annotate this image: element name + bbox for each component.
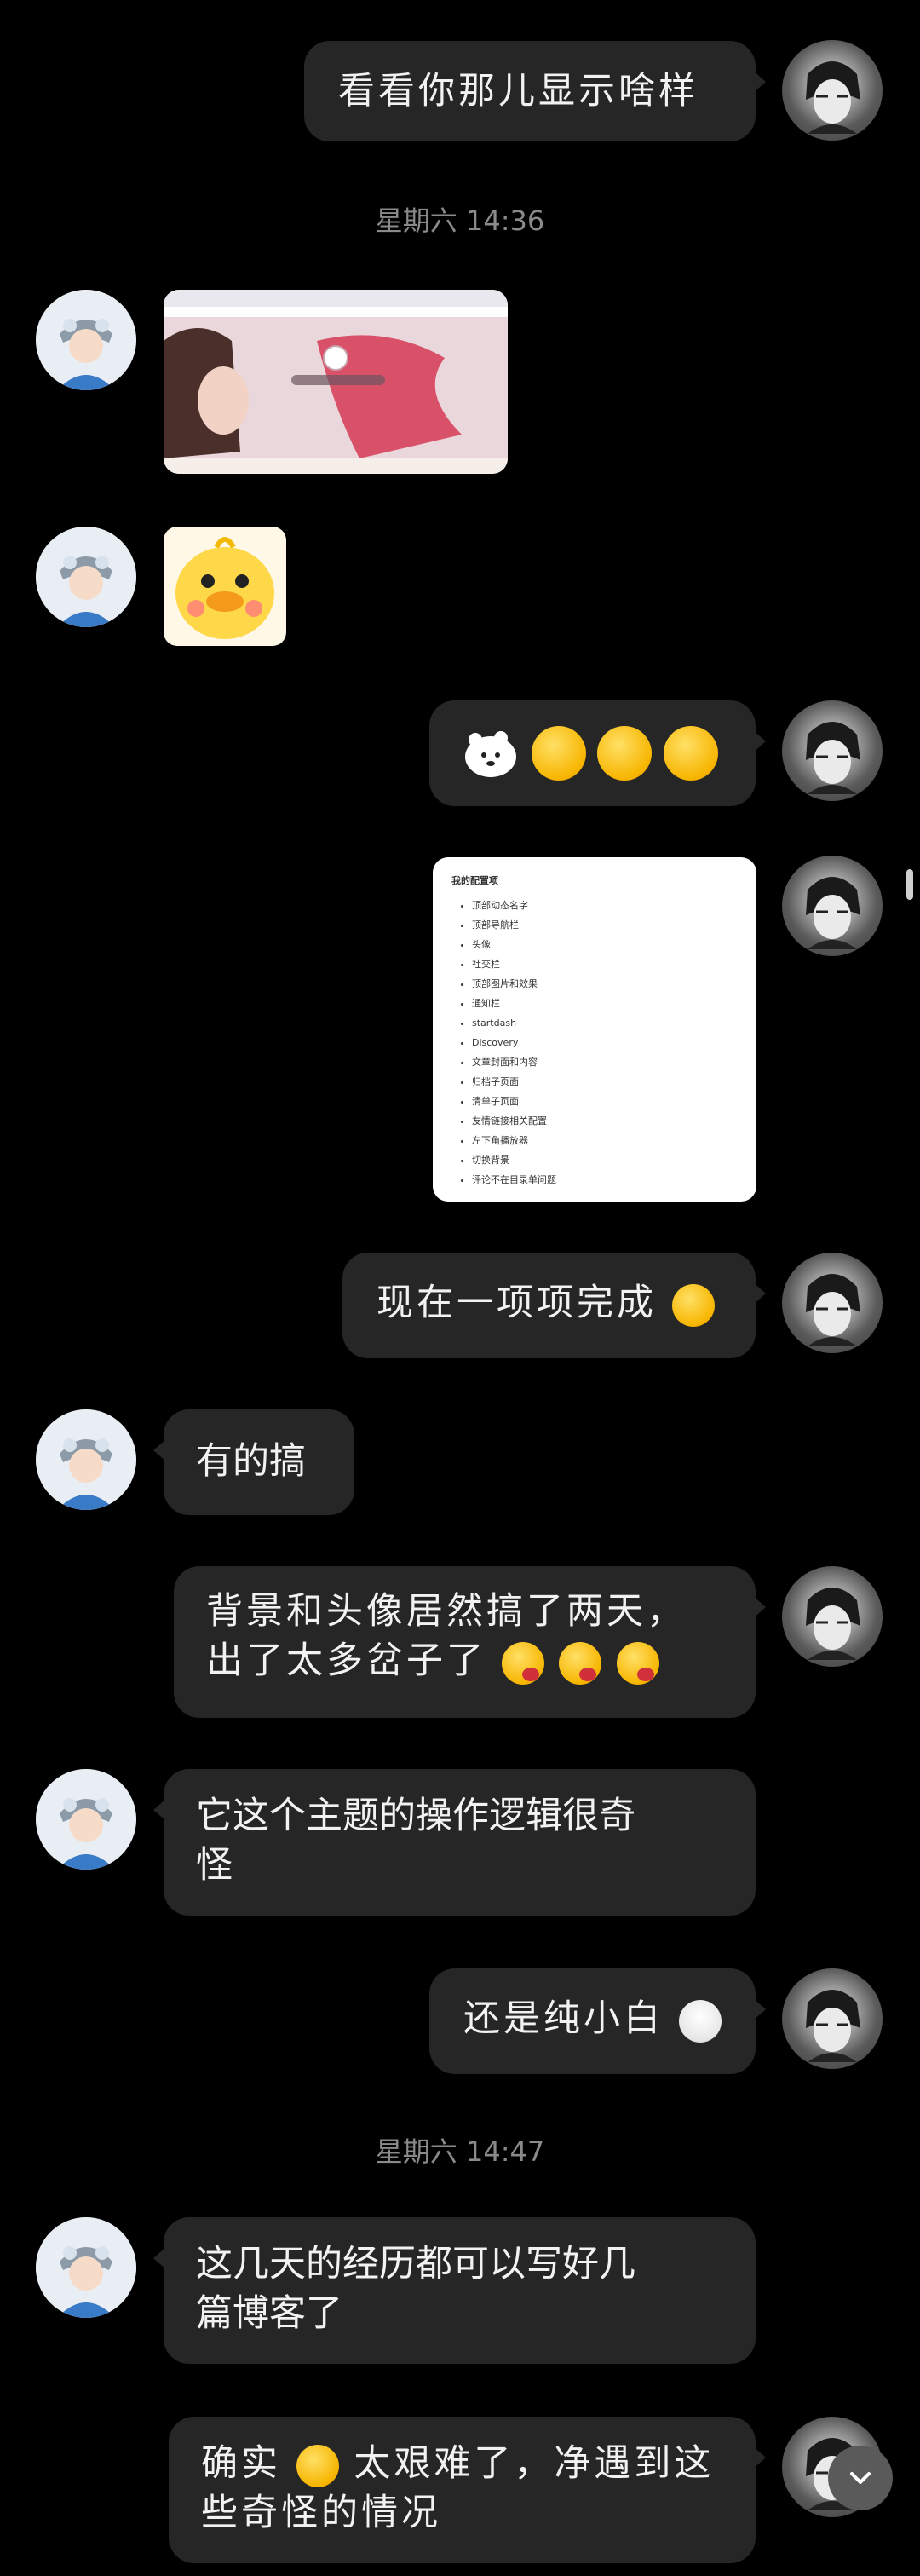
kiss-emoji-icon: [617, 1642, 660, 1685]
config-list: 顶部动态名字 顶部导航栏 头像 社交栏 顶部图片和效果 通知栏 startdas…: [451, 896, 738, 1190]
list-item: 切换背景: [472, 1150, 738, 1170]
avatar-contact[interactable]: [36, 1409, 136, 1510]
message-bubble[interactable]: 现在一项项完成: [342, 1253, 766, 1358]
avatar-self[interactable]: [782, 1253, 883, 1353]
list-item: Discovery: [472, 1033, 738, 1052]
image-message-screenshot[interactable]: [164, 290, 508, 474]
list-item: 友情链接相关配置: [472, 1111, 738, 1131]
skull-emoji-icon: [678, 2000, 722, 2043]
laughing-tears-emoji-icon: [296, 2445, 339, 2487]
message-text: 还是纯小白: [463, 1997, 664, 2040]
message-text-line: 篇博客了: [196, 2292, 342, 2335]
scroll-to-bottom-button[interactable]: [828, 2446, 893, 2510]
list-item: 归档子页面: [472, 1072, 738, 1092]
timestamp: 星期六 14:36: [375, 205, 545, 237]
message-text-line: 太艰难了，净遇到这: [354, 2442, 715, 2485]
message-bubble[interactable]: 背景和头像居然搞了两天， 出了太多岔子了: [174, 1566, 766, 1718]
list-item: 通知栏: [472, 994, 738, 1013]
list-item: 顶部动态名字: [472, 896, 738, 915]
kiss-emoji-icon: [559, 1642, 602, 1685]
message-bubble[interactable]: 看看你那儿显示啥样: [304, 41, 766, 141]
list-item: startdash: [472, 1013, 738, 1033]
config-list-title: 我的配置项: [451, 875, 498, 886]
message-bubble[interactable]: 确实 太艰难了，净遇到这 些奇怪的情况: [169, 2417, 766, 2563]
list-item: 评论不在目录单问题: [472, 1170, 738, 1190]
bear-sticker-icon: [460, 726, 520, 781]
sticker-duck[interactable]: [164, 527, 286, 646]
message-text-line: 出了太多岔子了: [206, 1640, 486, 1682]
avatar-self[interactable]: [782, 700, 883, 801]
avatar-self[interactable]: [782, 856, 883, 956]
laughing-tears-emoji-icon: [597, 726, 653, 781]
kiss-emoji-icon: [501, 1642, 544, 1685]
avatar-self[interactable]: [782, 40, 883, 141]
list-item: 文章封面和内容: [472, 1052, 738, 1072]
avatar-self[interactable]: [782, 1566, 883, 1667]
avatar-contact[interactable]: [36, 290, 136, 390]
timestamp: 星期六 14:47: [375, 2135, 545, 2168]
message-bubble[interactable]: 还是纯小白: [429, 1968, 766, 2074]
list-item: 左下角播放器: [472, 1131, 738, 1150]
message-text: 有的搞: [196, 1440, 306, 1483]
list-item: 清单子页面: [472, 1092, 738, 1111]
message-bubble[interactable]: 有的搞: [153, 1409, 354, 1515]
message-bubble-emoji[interactable]: [429, 700, 766, 806]
message-text: 看看你那儿显示啥样: [338, 70, 699, 112]
image-message-config-list[interactable]: 我的配置项 顶部动态名字 顶部导航栏 头像 社交栏 顶部图片和效果 通知栏 st…: [433, 857, 756, 1202]
message-bubble[interactable]: 它这个主题的操作逻辑很奇 怪: [153, 1769, 756, 1916]
list-item: 顶部导航栏: [472, 915, 738, 935]
avatar-self[interactable]: [782, 1968, 883, 2069]
scrollbar-thumb[interactable]: [906, 869, 913, 900]
message-text-line: 确实: [201, 2442, 281, 2485]
list-item: 社交栏: [472, 954, 738, 974]
message-text-line: 背景和头像居然搞了两天，: [206, 1590, 687, 1633]
message-text-line: 它这个主题的操作逻辑很奇: [196, 1795, 635, 1837]
avatar-contact[interactable]: [36, 1769, 136, 1870]
message-text-line: 怪: [196, 1844, 233, 1887]
laughing-tears-emoji-icon: [664, 726, 719, 781]
list-item: 顶部图片和效果: [472, 974, 738, 994]
message-text-line: 些奇怪的情况: [201, 2492, 441, 2534]
laughing-tears-emoji-icon: [531, 726, 586, 781]
message-text: 现在一项项完成: [377, 1282, 657, 1324]
list-item: 头像: [472, 935, 738, 954]
message-bubble[interactable]: 这几天的经历都可以写好几 篇博客了: [153, 2217, 756, 2364]
laughing-tears-emoji-icon: [671, 1284, 715, 1327]
avatar-contact[interactable]: [36, 527, 136, 627]
avatar-contact[interactable]: [36, 2217, 136, 2318]
chevron-down-icon: [850, 2472, 871, 2484]
message-text-line: 这几天的经历都可以写好几: [196, 2243, 635, 2285]
